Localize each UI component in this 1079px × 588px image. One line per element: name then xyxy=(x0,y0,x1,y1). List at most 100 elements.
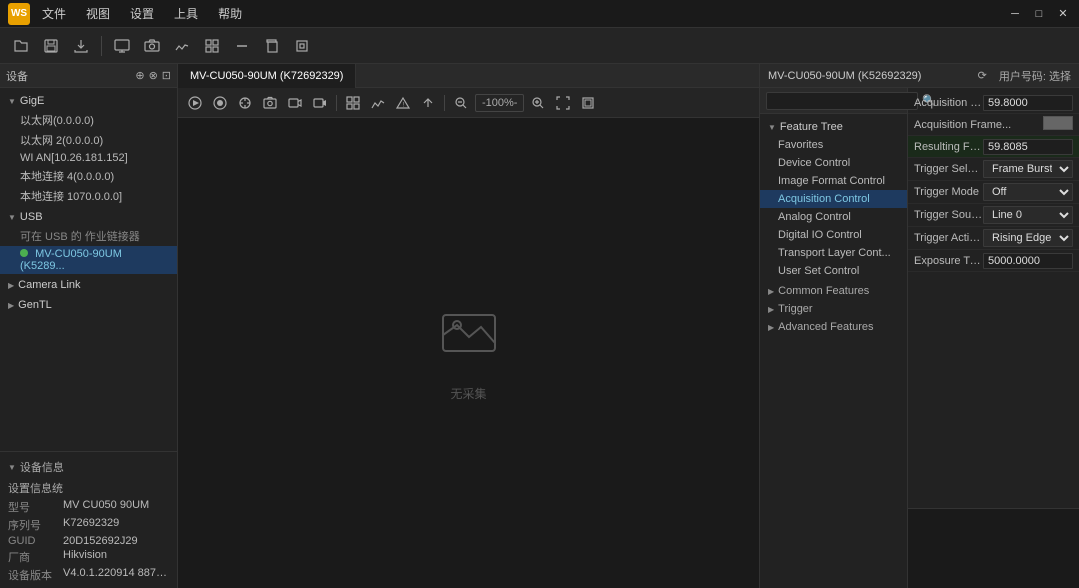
app-logo: WS xyxy=(8,3,30,25)
feature-transport-layer[interactable]: Transport Layer Cont... xyxy=(760,244,907,262)
right-panel-tab-title: MV-CU050-90UM (K52692329) xyxy=(768,70,921,82)
img-separator-2 xyxy=(444,95,445,111)
trigger-label: Trigger xyxy=(778,303,812,315)
feature-tree-panel: 🔍 ▼ Feature Tree Favorites Device Contro… xyxy=(760,88,908,588)
usb-label: USB xyxy=(20,211,43,223)
minimize-button[interactable]: ─ xyxy=(1007,6,1023,22)
left-panel-icon-2[interactable]: ⊗ xyxy=(149,69,158,82)
left-panel-icon-1[interactable]: ⊕ xyxy=(135,69,144,82)
prop-name-6: Trigger Activation xyxy=(914,232,983,244)
record-button[interactable] xyxy=(209,92,231,114)
play-button[interactable] xyxy=(184,92,206,114)
prop-name-2: Resulting Frame R... xyxy=(914,141,983,153)
gige-child-4[interactable]: 本地连接 1070.0.0.0] xyxy=(0,186,177,206)
prop-value-7[interactable] xyxy=(983,253,1073,269)
feature-digital-io[interactable]: Digital IO Control xyxy=(760,226,907,244)
zoom-display: -100%- xyxy=(475,94,524,112)
center-tab-item[interactable]: MV-CU050-90UM (K72692329) xyxy=(178,64,356,88)
refresh-icon[interactable]: ⟳ xyxy=(978,70,987,82)
fit-button[interactable] xyxy=(552,92,574,114)
close-button[interactable]: ✕ xyxy=(1055,6,1071,22)
prop-name-1: Acquisition Frame... xyxy=(914,119,1043,131)
feature-user-set[interactable]: User Set Control xyxy=(760,262,907,280)
feature-device-control[interactable]: Device Control xyxy=(760,154,907,172)
zoom-in-button[interactable] xyxy=(527,92,549,114)
feature-analog-control[interactable]: Analog Control xyxy=(760,208,907,226)
prop-row-6: Trigger Activation Rising Edge xyxy=(908,227,1079,250)
device-info-header[interactable]: ▼ 设备信息 xyxy=(0,456,177,478)
title-controls: ─ □ ✕ xyxy=(1007,6,1071,22)
trigger-group[interactable]: ▶ Trigger xyxy=(760,300,907,318)
feature-tree-title[interactable]: ▼ Feature Tree xyxy=(760,118,907,136)
advanced-features-expand-icon: ▶ xyxy=(768,323,774,332)
prop-graybox xyxy=(1043,116,1073,133)
minus-button[interactable] xyxy=(229,33,255,59)
img-separator-1 xyxy=(336,95,337,111)
menu-bar: 文件 视图 设置 上具 帮助 xyxy=(38,3,1007,24)
prop-name-0: Acquisition Frame... xyxy=(914,97,983,109)
menu-tools[interactable]: 上具 xyxy=(170,3,202,24)
gige-child-0[interactable]: 以太网(0.0.0.0) xyxy=(0,110,177,130)
prop-name-3: Trigger Selector xyxy=(914,163,983,175)
center-tab: MV-CU050-90UM (K72692329) xyxy=(178,64,759,88)
graph-button[interactable] xyxy=(367,92,389,114)
toolbar-separator-1 xyxy=(101,36,102,56)
right-panel-header: MV-CU050-90UM (K52692329) ⟳ 用户号码: 选择 xyxy=(760,64,1079,88)
crosshair-button[interactable] xyxy=(234,92,256,114)
maximize-button[interactable]: □ xyxy=(1031,6,1047,22)
menu-settings[interactable]: 设置 xyxy=(126,3,158,24)
menu-help[interactable]: 帮助 xyxy=(214,3,246,24)
usb-active-device[interactable]: MV-CU050-90UM (K5289... xyxy=(0,246,177,274)
record-video-button[interactable] xyxy=(309,92,331,114)
camera-link-title[interactable]: ▶ Camera Link xyxy=(0,276,177,294)
menu-view[interactable]: 视图 xyxy=(82,3,114,24)
left-panel-title: 设备 xyxy=(6,68,28,84)
open-button[interactable] xyxy=(8,33,34,59)
gige-child-1[interactable]: 以太网 2(0.0.0.0) xyxy=(0,130,177,150)
left-panel-icon-3[interactable]: ⊡ xyxy=(162,69,171,82)
warning-button[interactable]: ! xyxy=(392,92,414,114)
grid-button[interactable] xyxy=(199,33,225,59)
gige-child-2[interactable]: WI AN[10.26.181.152] xyxy=(0,150,177,166)
copy-button[interactable] xyxy=(259,33,285,59)
usb-group-title[interactable]: ▼ USB xyxy=(0,208,177,226)
gige-label: GigE xyxy=(20,95,44,107)
center-panel: MV-CU050-90UM (K72692329) xyxy=(178,64,759,588)
feature-acquisition-control[interactable]: Acquisition Control xyxy=(760,190,907,208)
left-panel-header: 设备 ⊕ ⊗ ⊡ xyxy=(0,64,177,88)
grid-view-button[interactable] xyxy=(342,92,364,114)
feature-favorites[interactable]: Favorites xyxy=(760,136,907,154)
snapshot-button[interactable] xyxy=(259,92,281,114)
advanced-features-label: Advanced Features xyxy=(778,321,873,333)
feature-list: ▼ Feature Tree Favorites Device Control … xyxy=(760,114,907,588)
gentl-label: GenTL xyxy=(18,299,52,311)
gentl-title[interactable]: ▶ GenTL xyxy=(0,296,177,314)
gige-group: ▼ GigE 以太网(0.0.0.0) 以太网 2(0.0.0.0) WI AN… xyxy=(0,92,177,206)
common-features-group[interactable]: ▶ Common Features xyxy=(760,282,907,300)
prop-select-6[interactable]: Rising Edge xyxy=(983,229,1073,247)
settings-button[interactable] xyxy=(289,33,315,59)
info-row-version: 设备版本 V4.0.1.220914 8875... xyxy=(0,566,177,584)
video-button[interactable] xyxy=(284,92,306,114)
gige-group-title[interactable]: ▼ GigE xyxy=(0,92,177,110)
advanced-features-group[interactable]: ▶ Advanced Features xyxy=(760,318,907,336)
menu-file[interactable]: 文件 xyxy=(38,3,70,24)
zoom-out-button[interactable] xyxy=(450,92,472,114)
chart-button[interactable] xyxy=(169,33,195,59)
feature-image-format[interactable]: Image Format Control xyxy=(760,172,907,190)
prop-row-0: Acquisition Frame... xyxy=(908,92,1079,114)
search-input[interactable] xyxy=(766,92,918,110)
display-button[interactable] xyxy=(109,33,135,59)
up-button[interactable] xyxy=(417,92,439,114)
prop-select-3[interactable]: Frame Burst Star xyxy=(983,160,1073,178)
prop-select-5[interactable]: Line 0 xyxy=(983,206,1073,224)
gige-child-3[interactable]: 本地连接 4(0.0.0.0) xyxy=(0,166,177,186)
prop-value-0[interactable] xyxy=(983,95,1073,111)
info-label-serial: 序列号 xyxy=(8,517,63,533)
fullscreen-button[interactable] xyxy=(577,92,599,114)
prop-select-4[interactable]: Off xyxy=(983,183,1073,201)
export-button[interactable] xyxy=(68,33,94,59)
camera-button[interactable] xyxy=(139,33,165,59)
save-button[interactable] xyxy=(38,33,64,59)
placeholder-icon xyxy=(439,305,499,377)
